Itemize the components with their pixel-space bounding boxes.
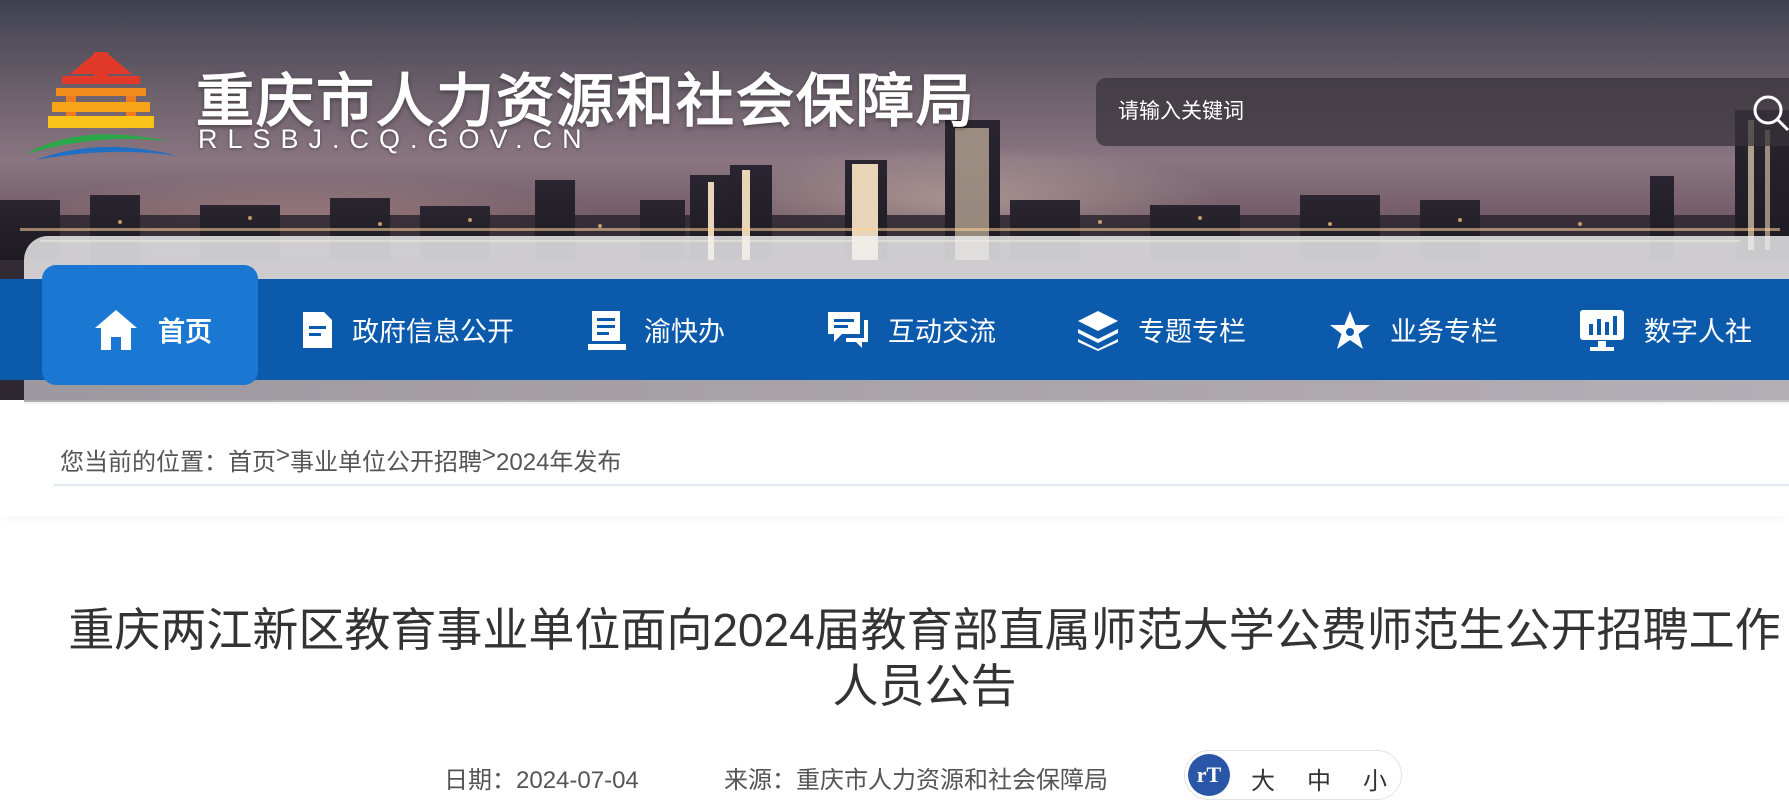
nav-item-label: 数字人社: [1644, 317, 1752, 347]
breadcrumb-link-recruitment[interactable]: 事业单位公开招聘: [290, 442, 482, 477]
article-meta: 日期：2024-07-04 来源：重庆市人力资源和社会保障局 rT 大 中 小: [0, 750, 1789, 800]
font-size-small-button[interactable]: 小: [1363, 761, 1387, 796]
nav-underlay: [24, 380, 1789, 402]
nav-item-digital-hr[interactable]: 数字人社: [1578, 279, 1752, 380]
breadcrumb: 您当前的位置： 首页 > 事业单位公开招聘 > 2024年发布: [60, 442, 621, 477]
font-size-medium-button[interactable]: 中: [1307, 761, 1331, 796]
temple-emblem-icon: [26, 52, 178, 160]
nav-item-business[interactable]: 业务专栏: [1328, 279, 1498, 380]
home-icon: [95, 309, 137, 350]
nav-item-interaction[interactable]: 互动交流: [826, 279, 996, 380]
nav-item-gov-info[interactable]: 政府信息公开: [300, 279, 514, 380]
search-bar: [1096, 78, 1789, 146]
star-icon: [1330, 310, 1370, 349]
nav-item-home[interactable]: 首页: [92, 279, 212, 380]
font-size-control: rT 大 中 小: [1184, 750, 1402, 800]
article-title: 重庆两江新区教育事业单位面向2024届教育部直属师范大学公费师范生公开招聘工作人…: [68, 604, 1781, 712]
font-size-icon: rT: [1188, 754, 1230, 796]
chat-bubble-icon: [828, 311, 868, 348]
breadcrumb-link-home[interactable]: 首页: [228, 442, 276, 477]
document-icon: [303, 311, 332, 348]
breadcrumb-separator: >: [482, 442, 497, 469]
article-source: 来源：重庆市人力资源和社会保障局: [724, 767, 1108, 794]
site-domain: RLSBJ.CQ.GOV.CN: [198, 124, 592, 154]
monitor-icon: [1580, 309, 1624, 351]
search-icon[interactable]: [1750, 92, 1789, 132]
layers-icon: [1078, 310, 1118, 351]
font-size-large-button[interactable]: 大: [1251, 761, 1275, 796]
nav-item-label: 专题专栏: [1138, 317, 1246, 347]
nav-item-label: 政府信息公开: [352, 317, 514, 347]
nav-item-label: 渝快办: [644, 317, 725, 347]
breadcrumb-prefix: 您当前的位置：: [60, 449, 228, 476]
search-input[interactable]: [1118, 100, 1718, 124]
breadcrumb-separator: >: [276, 442, 291, 469]
article-date: 日期：2024-07-04: [444, 767, 639, 794]
nav-item-label: 首页: [158, 317, 212, 347]
breadcrumb-section: 您当前的位置： 首页 > 事业单位公开招聘 > 2024年发布: [0, 404, 1789, 516]
nav-item-special-topics[interactable]: 专题专栏: [1076, 279, 1246, 380]
nav-item-yukuaiban[interactable]: 渝快办: [588, 279, 725, 380]
nav-item-label: 业务专栏: [1390, 317, 1498, 347]
breadcrumb-divider: [54, 484, 1789, 486]
nav-item-label: 互动交流: [888, 317, 996, 347]
breadcrumb-link-2024[interactable]: 2024年发布: [496, 442, 621, 477]
task-list-icon: [588, 310, 626, 350]
